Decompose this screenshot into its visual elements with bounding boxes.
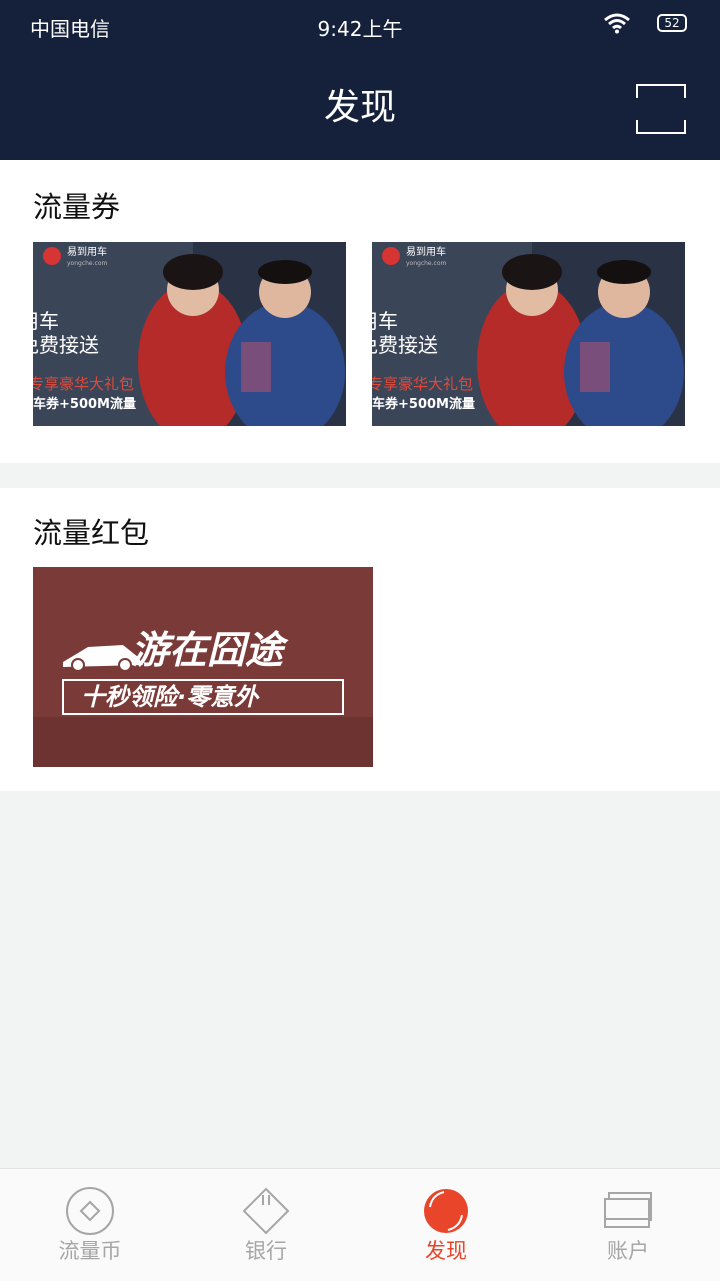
banner-subline: 十秒领险·零意外 [81,683,260,711]
coupon-banner-image: 易到用车 yongche.com 用车 免费接送 专享豪华大礼包 车券+500M… [372,242,685,426]
promo-line-2: 免费接送 [33,333,99,357]
scan-icon[interactable] [636,84,686,134]
red-packet-banner-image: 游在囧途 十秒领险·零意外 [33,567,373,767]
tab-label: 发现 [425,1239,467,1263]
account-icon [604,1192,652,1228]
tab-account[interactable]: 账户 [538,1169,718,1281]
promo-line-4: 车券+500M流量 [372,396,475,412]
promo-line-3: 专享豪华大礼包 [33,375,134,393]
tab-label: 账户 [607,1239,649,1263]
top-header: 中国电信 9:42上午 52 发现 [0,0,720,160]
brand-sub-text: yongche.com [406,260,447,267]
discover-icon [424,1189,468,1233]
promo-line-2: 免费接送 [372,333,438,357]
battery-icon: 52 [657,14,687,32]
tab-coin[interactable]: 流量币 [0,1169,180,1281]
tab-discover[interactable]: 发现 [356,1169,536,1281]
coin-icon [66,1187,114,1235]
wifi-icon [604,13,630,34]
coupon-section: 流量券 易到用车 yongche.com 用车 免费接送 专享豪华大礼包 车券+… [0,160,720,463]
banner-headline: 游在囧途 [131,628,289,672]
red-packet-card[interactable]: 游在囧途 十秒领险·零意外 [33,567,373,767]
brand-text: 易到用车 [406,245,446,258]
section-title: 流量红包 [33,516,150,550]
promo-line-1: 用车 [33,309,59,333]
coupon-banner-image: 易到用车 yongche.com 用车 免费接送 专享豪华大礼包 车券+500M… [33,242,346,426]
tab-label: 流量币 [58,1239,122,1263]
battery-level: 52 [664,16,680,30]
coupon-card[interactable]: 易到用车 yongche.com 用车 免费接送 专享豪华大礼包 车券+500M… [372,242,685,426]
tab-label: 银行 [245,1239,287,1263]
promo-line-4: 车券+500M流量 [33,396,136,412]
coupon-card[interactable]: 易到用车 yongche.com 用车 免费接送 专享豪华大礼包 车券+500M… [33,242,346,426]
red-packet-section: 流量红包 游在囧途 十秒领险·零意外 [0,488,720,791]
bank-icon [242,1187,290,1235]
brand-sub-text: yongche.com [67,260,108,267]
page-title: 发现 [323,87,396,128]
section-title: 流量券 [33,190,121,224]
promo-line-1: 用车 [372,309,398,333]
promo-line-3: 专享豪华大礼包 [372,375,473,393]
status-bar: 中国电信 9:42上午 52 [0,0,720,52]
brand-text: 易到用车 [67,245,107,258]
bottom-tab-bar: 流量币 银行 发现 账户 [0,1168,720,1281]
tab-bank[interactable]: 银行 [176,1169,356,1281]
